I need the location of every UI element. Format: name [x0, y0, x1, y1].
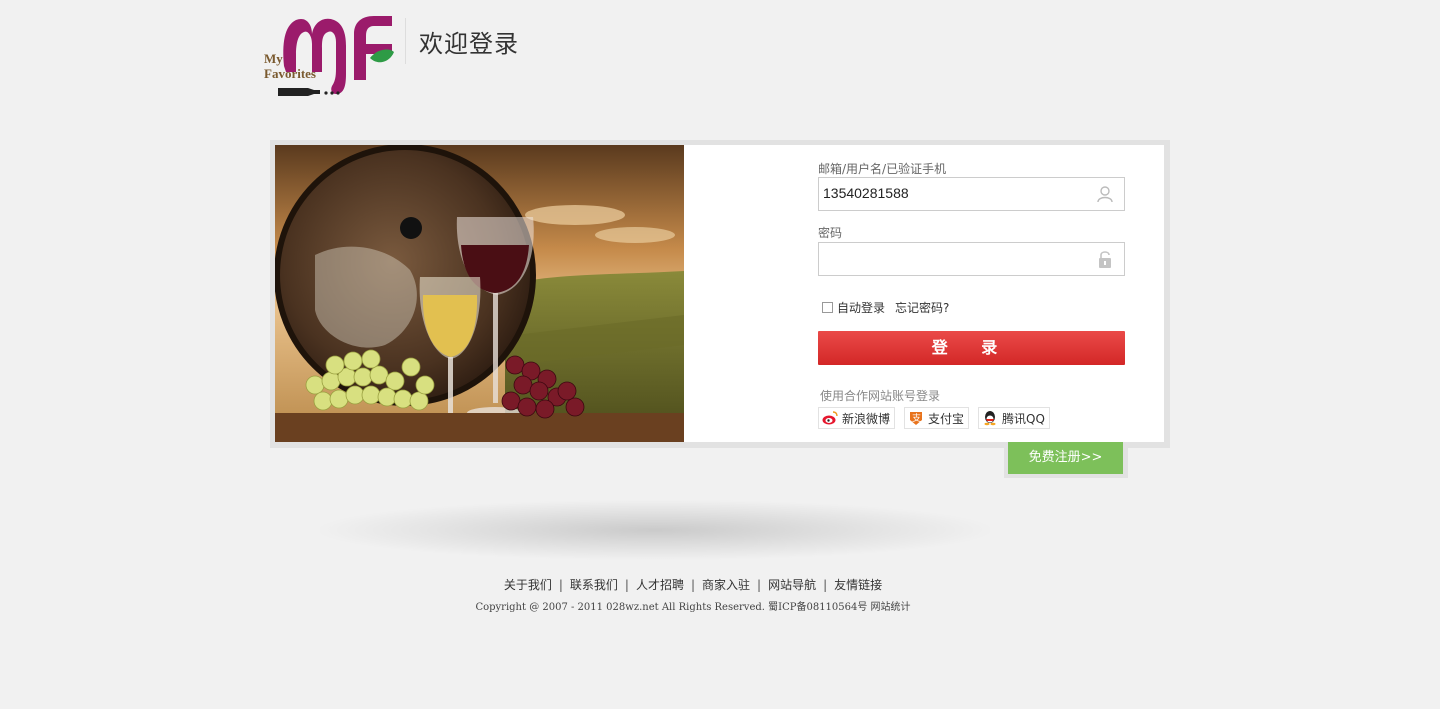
header-divider	[405, 18, 406, 64]
lock-icon	[1096, 250, 1114, 268]
svg-text:支: 支	[912, 412, 921, 424]
weibo-login-button[interactable]: 新浪微博	[818, 407, 896, 429]
site-logo[interactable]: My Favorites	[262, 14, 394, 98]
qq-icon	[982, 410, 998, 426]
login-form: 邮箱/用户名/已验证手机 13540281588 密码 自动登录 忘记密码? 登…	[818, 145, 1138, 442]
logo-text-my: My	[264, 51, 283, 66]
partner-login-list: 新浪微博 支 支付宝 腾讯QQ	[818, 407, 1059, 429]
username-value: 13540281588	[823, 185, 909, 201]
password-label: 密码	[818, 226, 843, 240]
page-title: 欢迎登录	[419, 30, 519, 58]
footer-link-sitemap[interactable]: 网站导航	[768, 578, 816, 592]
login-button[interactable]: 登 录	[818, 331, 1125, 365]
remember-row: 自动登录 忘记密码?	[822, 299, 949, 316]
user-icon	[1096, 185, 1114, 203]
footer-link-contact[interactable]: 联系我们	[570, 578, 618, 592]
alipay-login-button[interactable]: 支 支付宝	[904, 407, 970, 429]
auto-login-label[interactable]: 自动登录	[837, 299, 885, 316]
login-panel: 邮箱/用户名/已验证手机 13540281588 密码 自动登录 忘记密码? 登…	[275, 145, 1164, 442]
alipay-icon: 支	[908, 410, 924, 426]
weibo-login-label: 新浪微博	[842, 411, 891, 426]
footer-link-friends[interactable]: 友情链接	[834, 578, 882, 592]
footer-separator: |	[558, 578, 563, 592]
footer-separator: |	[690, 578, 696, 592]
username-label: 邮箱/用户名/已验证手机	[818, 162, 947, 176]
footer-separator: |	[823, 578, 828, 592]
weibo-icon	[822, 410, 838, 426]
footer-separator: |	[624, 578, 629, 592]
copyright-text: Copyright @ 2007 - 2011 028wz.net All Ri…	[475, 602, 911, 613]
footer-links: 关于我们 | 联系我们 | 人才招聘 | 商家入驻 | 网站导航 | 友情链接	[0, 576, 1386, 593]
alipay-login-label: 支付宝	[928, 411, 965, 426]
footer-link-about[interactable]: 关于我们	[504, 578, 552, 592]
forgot-password-link[interactable]: 忘记密码?	[895, 299, 949, 316]
logo-text-favorites: Favorites	[264, 66, 316, 81]
auto-login-checkbox[interactable]	[822, 302, 833, 313]
panel-floor-shadow	[320, 500, 990, 560]
wine-hero-image	[275, 145, 684, 442]
qq-login-button[interactable]: 腾讯QQ	[978, 407, 1050, 429]
footer-link-merchants[interactable]: 商家入驻	[702, 578, 750, 592]
register-button[interactable]: 免费注册>>	[1008, 442, 1123, 474]
password-field[interactable]	[818, 242, 1125, 276]
footer-link-jobs[interactable]: 人才招聘	[636, 578, 684, 592]
partner-login-title: 使用合作网站账号登录	[820, 389, 941, 403]
footer-separator: |	[757, 578, 762, 592]
register-frame: 免费注册>>	[1004, 442, 1128, 478]
username-field[interactable]: 13540281588	[818, 177, 1125, 211]
qq-login-label: 腾讯QQ	[1002, 411, 1045, 426]
